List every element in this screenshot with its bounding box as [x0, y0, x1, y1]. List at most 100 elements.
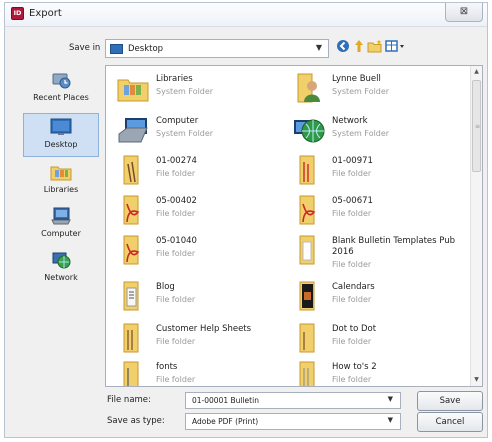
file-name: How to's 2 [332, 362, 377, 372]
file-type: File folder [332, 375, 372, 384]
place-desktop[interactable]: Desktop [23, 113, 99, 157]
libraries-icon [50, 162, 72, 182]
folder-icon [116, 154, 150, 186]
save-in-dropdown[interactable]: Desktop ▼ [105, 39, 329, 58]
place-computer[interactable]: Computer [23, 203, 99, 247]
list-item[interactable]: Lynne Buell System Folder [288, 70, 460, 106]
folder-icon [116, 280, 150, 312]
folder-icon [292, 154, 326, 186]
file-list[interactable]: Libraries System Folder Lynne Buell Syst… [105, 65, 483, 387]
place-libraries[interactable]: Libraries [23, 159, 99, 203]
file-name: Computer [156, 116, 199, 126]
desktop-icon [50, 117, 72, 137]
scroll-down-icon[interactable]: ▼ [471, 374, 482, 386]
place-label: Libraries [43, 185, 79, 194]
place-recent-places[interactable]: Recent Places [23, 67, 99, 111]
network-icon [292, 114, 326, 146]
place-label: Recent Places [33, 93, 89, 102]
list-item[interactable]: Blank Bulletin Templates Pub 2016 File f… [288, 232, 460, 276]
folder-icon [116, 322, 150, 354]
file-name: Network [332, 116, 368, 126]
list-item[interactable]: Customer Help Sheets File folder [112, 320, 284, 356]
file-type: File folder [332, 260, 372, 269]
file-name-field[interactable]: 01-00001 Bulletin ▼ [185, 392, 401, 409]
computer-icon [50, 206, 72, 226]
vertical-scrollbar[interactable]: ▲ ≡ ▼ [470, 66, 482, 386]
file-type: File folder [156, 169, 196, 178]
file-name: Dot to Dot [332, 324, 377, 334]
computer-icon [116, 114, 150, 146]
cancel-button[interactable]: Cancel [417, 412, 483, 432]
window-title: Export [29, 8, 62, 19]
new-folder-icon[interactable] [367, 39, 383, 55]
file-name: 05-00671 [332, 196, 373, 206]
list-item[interactable]: 05-00671 File folder [288, 192, 460, 228]
save-button[interactable]: Save [417, 391, 483, 411]
file-type: File folder [332, 337, 372, 346]
scroll-up-icon[interactable]: ▲ [471, 66, 482, 78]
network-icon [50, 250, 72, 270]
folder-icon [116, 360, 150, 386]
file-type: File folder [332, 209, 372, 218]
file-type: System Folder [332, 87, 390, 96]
file-type: File folder [332, 295, 372, 304]
list-item[interactable]: Blog File folder [112, 278, 284, 314]
folder-icon [292, 360, 326, 386]
app-icon: ID [11, 7, 24, 20]
save-as-type-label: Save as type: [107, 416, 165, 426]
scroll-thumb[interactable]: ≡ [472, 80, 481, 172]
file-type: File folder [332, 169, 372, 178]
up-folder-icon[interactable] [351, 39, 367, 55]
place-label: Computer [41, 229, 81, 238]
file-type: System Folder [156, 129, 214, 138]
file-name: Calendars [332, 282, 375, 292]
list-item[interactable]: 01-00971 File folder [288, 152, 460, 188]
file-type: File folder [156, 209, 196, 218]
file-type: File folder [156, 295, 196, 304]
list-item[interactable]: fonts File folder [112, 358, 284, 386]
file-name: 05-00402 [156, 196, 197, 206]
file-name: Customer Help Sheets [156, 324, 252, 334]
list-item[interactable]: Calendars File folder [288, 278, 460, 314]
save-as-type-value: Adobe PDF (Print) [192, 417, 259, 426]
place-label: Network [44, 273, 78, 282]
pdf-folder-icon [116, 194, 150, 226]
save-as-type-dropdown[interactable]: Adobe PDF (Print) ▼ [185, 413, 401, 430]
pdf-folder-icon [116, 234, 150, 266]
list-item[interactable]: Libraries System Folder [112, 70, 284, 106]
list-item[interactable]: 05-01040 File folder [112, 232, 284, 268]
chevron-down-icon[interactable]: ▼ [388, 395, 393, 403]
file-name: Blank Bulletin Templates Pub 2016 [332, 236, 456, 257]
places-bar: Recent Places Desktop Libraries Computer… [11, 65, 105, 387]
file-name: 01-00971 [332, 156, 373, 166]
file-type: File folder [156, 249, 196, 258]
list-item[interactable]: 01-00274 File folder [112, 152, 284, 188]
file-type: System Folder [156, 87, 214, 96]
list-item[interactable]: Network System Folder [288, 112, 460, 148]
view-menu-icon[interactable] [385, 39, 407, 55]
chevron-down-icon: ▼ [315, 43, 322, 52]
file-name: fonts [156, 362, 178, 372]
back-icon[interactable] [335, 39, 351, 55]
libraries-folder-icon [116, 72, 150, 104]
user-folder-icon [292, 72, 326, 104]
recent-places-icon [50, 70, 72, 90]
folder-icon [292, 322, 326, 354]
list-item[interactable]: Computer System Folder [112, 112, 284, 148]
grip-icon: ≡ [475, 123, 481, 130]
list-item[interactable]: 05-00402 File folder [112, 192, 284, 228]
file-name: 01-00274 [156, 156, 197, 166]
chevron-down-icon[interactable]: ▼ [388, 416, 393, 424]
export-dialog: ID Export ⊠ Save in Desktop ▼ Recent Pla… [4, 2, 488, 438]
folder-icon [292, 234, 326, 266]
title-bar: ID Export ⊠ [5, 3, 487, 27]
file-name: Blog [156, 282, 175, 292]
list-item[interactable]: Dot to Dot File folder [288, 320, 460, 356]
close-button[interactable]: ⊠ [445, 3, 483, 22]
file-type: System Folder [332, 129, 390, 138]
file-name: 05-01040 [156, 236, 197, 246]
list-item[interactable]: How to's 2 File folder [288, 358, 460, 386]
place-label: Desktop [44, 140, 78, 149]
place-network[interactable]: Network [23, 247, 99, 291]
file-name: Lynne Buell [332, 74, 381, 84]
